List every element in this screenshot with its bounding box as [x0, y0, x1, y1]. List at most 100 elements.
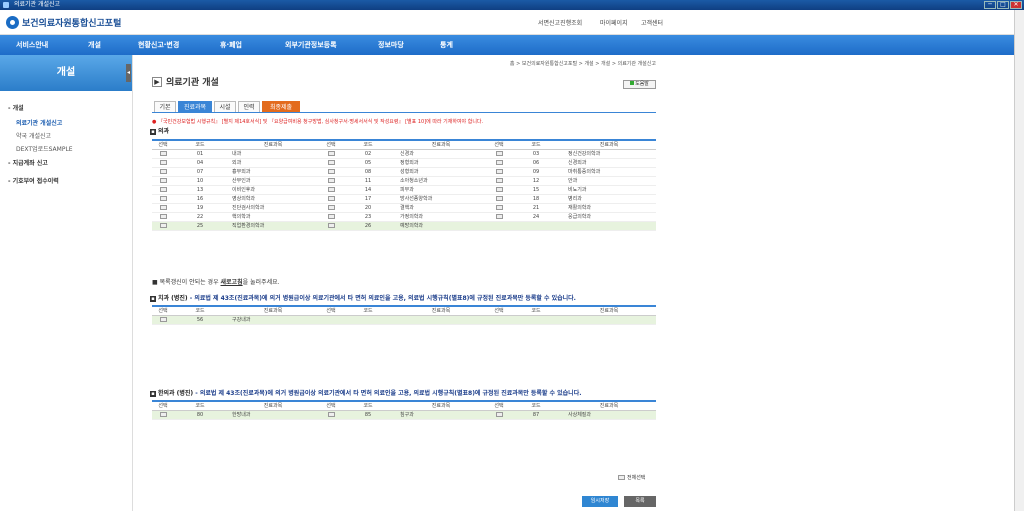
- sidebar-subitem-clinic[interactable]: 의료기관 개설신고: [16, 118, 62, 127]
- nav-item-info[interactable]: 정보마당: [378, 40, 404, 50]
- refresh-note-pre: 목록갱신이 안되는 경우: [159, 279, 221, 286]
- department-checkbox[interactable]: [327, 168, 335, 174]
- select-cell[interactable]: [152, 315, 174, 325]
- department-checkbox[interactable]: [495, 204, 503, 210]
- select-cell[interactable]: [152, 203, 174, 213]
- select-cell[interactable]: [152, 149, 174, 159]
- select-cell[interactable]: [488, 194, 510, 204]
- select-cell[interactable]: [152, 194, 174, 204]
- select-cell[interactable]: [152, 185, 174, 195]
- column-header: 선택: [488, 400, 510, 411]
- select-cell[interactable]: [152, 167, 174, 177]
- department-name: 침구과: [394, 410, 488, 420]
- tab-facility[interactable]: 시설: [214, 101, 236, 112]
- select-cell[interactable]: [320, 167, 342, 177]
- select-cell[interactable]: [488, 212, 510, 222]
- refresh-link[interactable]: 새로고침: [221, 279, 243, 286]
- select-cell[interactable]: [320, 194, 342, 204]
- tab-basic[interactable]: 기본: [154, 101, 176, 112]
- link-mypage[interactable]: 마이페이지: [600, 18, 628, 27]
- site-logo[interactable]: 보건의료자원통합신고포털: [6, 16, 121, 29]
- temp-save-button[interactable]: 임시저장: [582, 496, 618, 507]
- select-cell[interactable]: [488, 158, 510, 168]
- department-checkbox[interactable]: [159, 177, 167, 183]
- help-icon: [630, 81, 635, 85]
- department-checkbox[interactable]: [159, 195, 167, 201]
- select-cell[interactable]: [488, 167, 510, 177]
- department-checkbox[interactable]: [327, 177, 335, 183]
- department-checkbox[interactable]: [495, 159, 503, 165]
- minimize-button[interactable]: ─: [984, 1, 996, 9]
- close-button[interactable]: ✕: [1010, 1, 1022, 9]
- department-checkbox[interactable]: [159, 213, 167, 219]
- tab-staff[interactable]: 인력: [238, 101, 260, 112]
- department-checkbox[interactable]: [327, 222, 335, 228]
- nav-item-open[interactable]: 개설: [88, 40, 101, 50]
- sidebar-item-history[interactable]: - 기호부여 접수이력: [8, 176, 59, 185]
- department-checkbox[interactable]: [327, 186, 335, 192]
- department-checkbox[interactable]: [159, 411, 167, 417]
- department-checkbox[interactable]: [495, 177, 503, 183]
- sidebar-subitem-dext[interactable]: DEXT업로드SAMPLE: [16, 144, 73, 153]
- department-checkbox[interactable]: [159, 222, 167, 228]
- column-header: 코드: [342, 305, 394, 316]
- select-cell[interactable]: [320, 176, 342, 186]
- select-cell[interactable]: [152, 158, 174, 168]
- select-cell[interactable]: [320, 203, 342, 213]
- select-cell[interactable]: [320, 149, 342, 159]
- select-cell[interactable]: [488, 410, 510, 420]
- tab-final-submit[interactable]: 최종제출: [262, 101, 300, 112]
- department-checkbox[interactable]: [495, 168, 503, 174]
- select-cell[interactable]: [488, 176, 510, 186]
- select-cell[interactable]: [320, 158, 342, 168]
- scrollbar[interactable]: [1014, 10, 1024, 511]
- sidebar-item-account[interactable]: - 지급계좌 신고: [8, 158, 48, 167]
- department-checkbox[interactable]: [327, 204, 335, 210]
- department-checkbox[interactable]: [159, 316, 167, 322]
- help-button[interactable]: 도움말: [623, 80, 656, 89]
- select-cell[interactable]: [320, 185, 342, 195]
- department-checkbox[interactable]: [495, 150, 503, 156]
- nav-item-status[interactable]: 현황신고·변경: [138, 40, 179, 50]
- select-cell[interactable]: [152, 212, 174, 222]
- department-checkbox[interactable]: [159, 204, 167, 210]
- select-cell[interactable]: [152, 221, 174, 231]
- department-checkbox[interactable]: [495, 195, 503, 201]
- department-checkbox[interactable]: [159, 186, 167, 192]
- department-checkbox[interactable]: [327, 195, 335, 201]
- select-all[interactable]: 전체선택: [618, 474, 645, 481]
- department-code: 01: [174, 149, 226, 159]
- select-cell[interactable]: [320, 221, 342, 231]
- department-checkbox[interactable]: [327, 411, 335, 417]
- column-header: 진료과목: [226, 139, 320, 150]
- department-checkbox[interactable]: [327, 213, 335, 219]
- list-button[interactable]: 목록: [624, 496, 656, 507]
- select-cell[interactable]: [320, 410, 342, 420]
- link-paper-status[interactable]: 서면신고진행조회: [538, 18, 582, 27]
- select-cell[interactable]: [488, 203, 510, 213]
- tab-departments[interactable]: 진료과목: [178, 101, 212, 112]
- select-all-checkbox[interactable]: [618, 475, 625, 480]
- collapse-icon[interactable]: ◂: [126, 64, 131, 82]
- department-checkbox[interactable]: [495, 186, 503, 192]
- nav-item-closure[interactable]: 휴·폐업: [220, 40, 242, 50]
- department-checkbox[interactable]: [159, 150, 167, 156]
- department-checkbox[interactable]: [495, 411, 503, 417]
- nav-item-service[interactable]: 서비스안내: [16, 40, 48, 50]
- department-checkbox[interactable]: [327, 159, 335, 165]
- link-customer-center[interactable]: 고객센터: [641, 18, 663, 27]
- select-cell[interactable]: [488, 185, 510, 195]
- select-cell[interactable]: [488, 149, 510, 159]
- department-checkbox[interactable]: [159, 159, 167, 165]
- maximize-button[interactable]: □: [997, 1, 1009, 9]
- department-checkbox[interactable]: [159, 168, 167, 174]
- nav-item-external[interactable]: 외부기관정보등록: [285, 40, 337, 50]
- select-cell[interactable]: [152, 176, 174, 186]
- sidebar-subitem-pharmacy[interactable]: 약국 개설신고: [16, 131, 51, 140]
- select-cell[interactable]: [152, 410, 174, 420]
- nav-item-stats[interactable]: 통계: [440, 40, 453, 50]
- department-checkbox[interactable]: [495, 213, 503, 219]
- department-checkbox[interactable]: [327, 150, 335, 156]
- sidebar-item-open[interactable]: - 개설: [8, 103, 24, 112]
- select-cell[interactable]: [320, 212, 342, 222]
